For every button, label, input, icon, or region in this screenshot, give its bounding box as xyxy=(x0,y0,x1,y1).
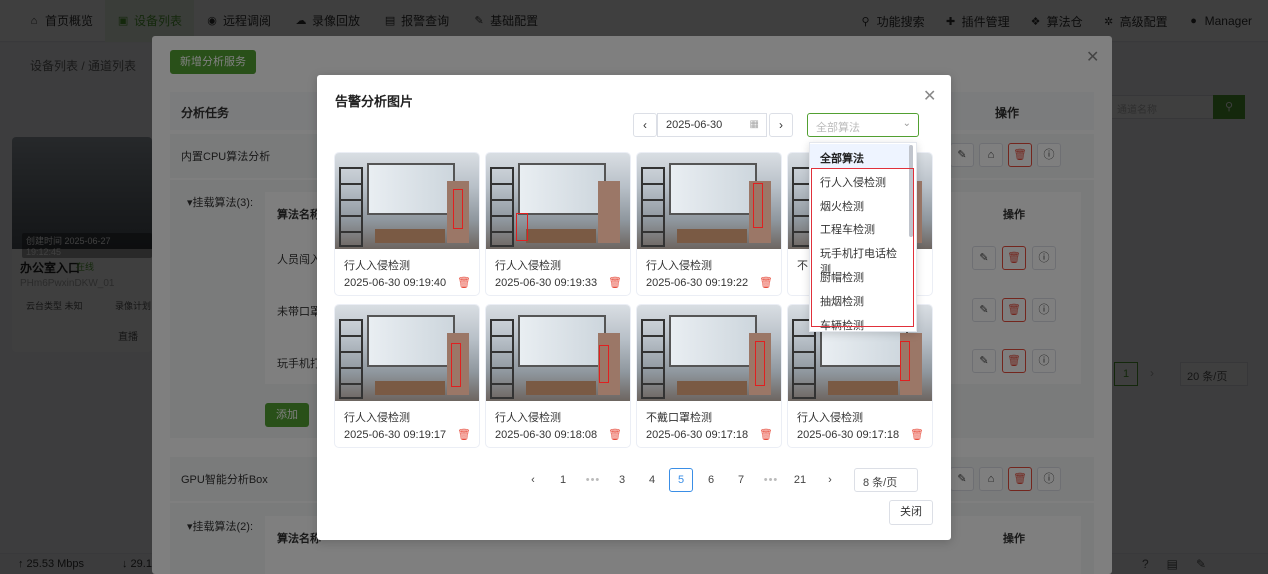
snapshot-table xyxy=(526,229,596,243)
trash-icon[interactable]: 🗑 xyxy=(608,276,622,289)
alarm-card[interactable]: 行人入侵检测 2025-06-30 09:19:40 🗑 xyxy=(334,152,480,296)
pager-page[interactable]: 4 xyxy=(640,468,664,492)
trash-icon[interactable]: 🗑 xyxy=(457,276,471,289)
alarm-card[interactable]: 不戴口罩检测 2025-06-30 09:17:18 🗑 xyxy=(636,304,782,448)
date-next-button[interactable]: › xyxy=(769,113,793,137)
pager-page[interactable]: 21 xyxy=(788,468,812,492)
pager-page[interactable]: 6 xyxy=(699,468,723,492)
alarm-time: 2025-06-30 09:19:33 xyxy=(495,277,598,289)
trash-icon[interactable]: 🗑 xyxy=(759,276,773,289)
pager-page[interactable]: 7 xyxy=(729,468,753,492)
pager-ellipsis[interactable]: ••• xyxy=(759,468,783,492)
alarm-label: 行人入侵检测 xyxy=(495,412,561,424)
close-button[interactable]: 关闭 xyxy=(889,500,933,525)
date-prev-button[interactable]: ‹ xyxy=(633,113,657,137)
trash-icon[interactable]: 🗑 xyxy=(457,428,471,441)
snapshot-shelf xyxy=(490,167,514,247)
page-size-select[interactable]: 8 条/页 xyxy=(854,468,918,492)
snapshot-shelf xyxy=(339,319,363,399)
alarm-time: 2025-06-30 09:19:17 xyxy=(344,429,447,441)
snapshot-table xyxy=(375,381,445,395)
dropdown-option[interactable]: 行人入侵检测 xyxy=(810,168,910,192)
calendar-icon: ▦ xyxy=(749,119,759,130)
dropdown-option[interactable]: 工程车检测 xyxy=(810,215,910,239)
snapshot-table xyxy=(828,381,898,395)
alarm-snapshot[interactable] xyxy=(486,153,630,249)
detection-box xyxy=(900,341,910,381)
snapshot-shelf xyxy=(339,167,363,247)
alarm-label: 不戴口罩检测 xyxy=(646,412,712,424)
alarm-label: 行人入侵检测 xyxy=(344,260,410,272)
dropdown-option[interactable]: 烟火检测 xyxy=(810,192,910,216)
modal-title: 告警分析图片 xyxy=(335,94,414,109)
dropdown-option[interactable]: 抽烟检测 xyxy=(810,287,910,311)
snapshot-shelf xyxy=(641,319,665,399)
dropdown-scrollbar[interactable] xyxy=(909,145,913,237)
pager-page[interactable]: 3 xyxy=(610,468,634,492)
pager-page[interactable]: 5 xyxy=(669,468,693,492)
algorithm-select[interactable]: 全部算法 ⌄ xyxy=(807,113,919,137)
alarm-label: 不 xyxy=(797,260,808,272)
detection-box xyxy=(753,183,763,228)
alarm-label: 行人入侵检测 xyxy=(646,260,712,272)
alarm-label: 行人入侵检测 xyxy=(495,260,561,272)
alarm-card[interactable]: 行人入侵检测 2025-06-30 09:18:08 🗑 xyxy=(485,304,631,448)
date-value: 2025-06-30 xyxy=(666,119,723,131)
alarm-snapshot[interactable] xyxy=(335,305,479,401)
snapshot-shelf xyxy=(641,167,665,247)
detection-box xyxy=(516,213,528,241)
chevron-down-icon: ⌄ xyxy=(902,118,911,129)
snapshot-table xyxy=(375,229,445,243)
detection-box xyxy=(599,345,609,383)
alarm-time: 2025-06-30 09:18:08 xyxy=(495,429,598,441)
dropdown-option[interactable]: 车辆检测 xyxy=(810,311,910,331)
close-icon[interactable]: ✕ xyxy=(923,86,936,106)
snapshot-window xyxy=(669,315,757,367)
pager-next-icon[interactable]: › xyxy=(818,468,842,492)
snapshot-window xyxy=(669,163,757,215)
algorithm-select-placeholder: 全部算法 xyxy=(816,122,860,134)
date-picker-input[interactable]: 2025-06-30 ▦ xyxy=(657,113,767,137)
trash-icon[interactable]: 🗑 xyxy=(910,428,924,441)
alarm-label: 行人入侵检测 xyxy=(797,412,863,424)
alarm-time: 2025-06-30 09:19:40 xyxy=(344,277,447,289)
alarm-snapshot[interactable] xyxy=(637,305,781,401)
detection-box xyxy=(453,189,463,229)
snapshot-door xyxy=(598,181,620,243)
pager-page[interactable]: 1 xyxy=(551,468,575,492)
detection-box xyxy=(451,343,461,387)
alarm-snapshot[interactable] xyxy=(335,153,479,249)
snapshot-window xyxy=(367,163,455,215)
snapshot-table xyxy=(526,381,596,395)
snapshot-window xyxy=(518,163,606,215)
snapshot-window xyxy=(518,315,606,367)
pager-prev-icon[interactable]: ‹ xyxy=(521,468,545,492)
alarm-card[interactable]: 行人入侵检测 2025-06-30 09:19:33 🗑 xyxy=(485,152,631,296)
pager-ellipsis[interactable]: ••• xyxy=(581,468,605,492)
alarm-time: 2025-06-30 09:17:18 xyxy=(646,429,749,441)
alarm-snapshot[interactable] xyxy=(637,153,781,249)
snapshot-window xyxy=(367,315,455,367)
alarm-time: 2025-06-30 09:19:22 xyxy=(646,277,749,289)
alarm-card[interactable]: 行人入侵检测 2025-06-30 09:19:17 🗑 xyxy=(334,304,480,448)
snapshot-shelf xyxy=(490,319,514,399)
dropdown-option[interactable]: 全部算法 xyxy=(810,144,910,168)
dropdown-option[interactable]: 玩手机打电话检测 xyxy=(810,239,910,276)
alarm-card[interactable]: 行人入侵检测 2025-06-30 09:19:22 🗑 xyxy=(636,152,782,296)
alarm-label: 行人入侵检测 xyxy=(344,412,410,424)
alarm-time: 2025-06-30 09:17:18 xyxy=(797,429,900,441)
trash-icon[interactable]: 🗑 xyxy=(759,428,773,441)
snapshot-table xyxy=(677,381,747,395)
trash-icon[interactable]: 🗑 xyxy=(608,428,622,441)
detection-box xyxy=(755,341,765,386)
dropdown-option[interactable]: 厨帽检测 xyxy=(810,263,910,287)
alarm-snapshot[interactable] xyxy=(486,305,630,401)
algorithm-dropdown: 全部算法 行人入侵检测 烟火检测 工程车检测 玩手机打电话检测 厨帽检测 抽烟检测 车辆检测 xyxy=(809,142,917,332)
snapshot-table xyxy=(677,229,747,243)
